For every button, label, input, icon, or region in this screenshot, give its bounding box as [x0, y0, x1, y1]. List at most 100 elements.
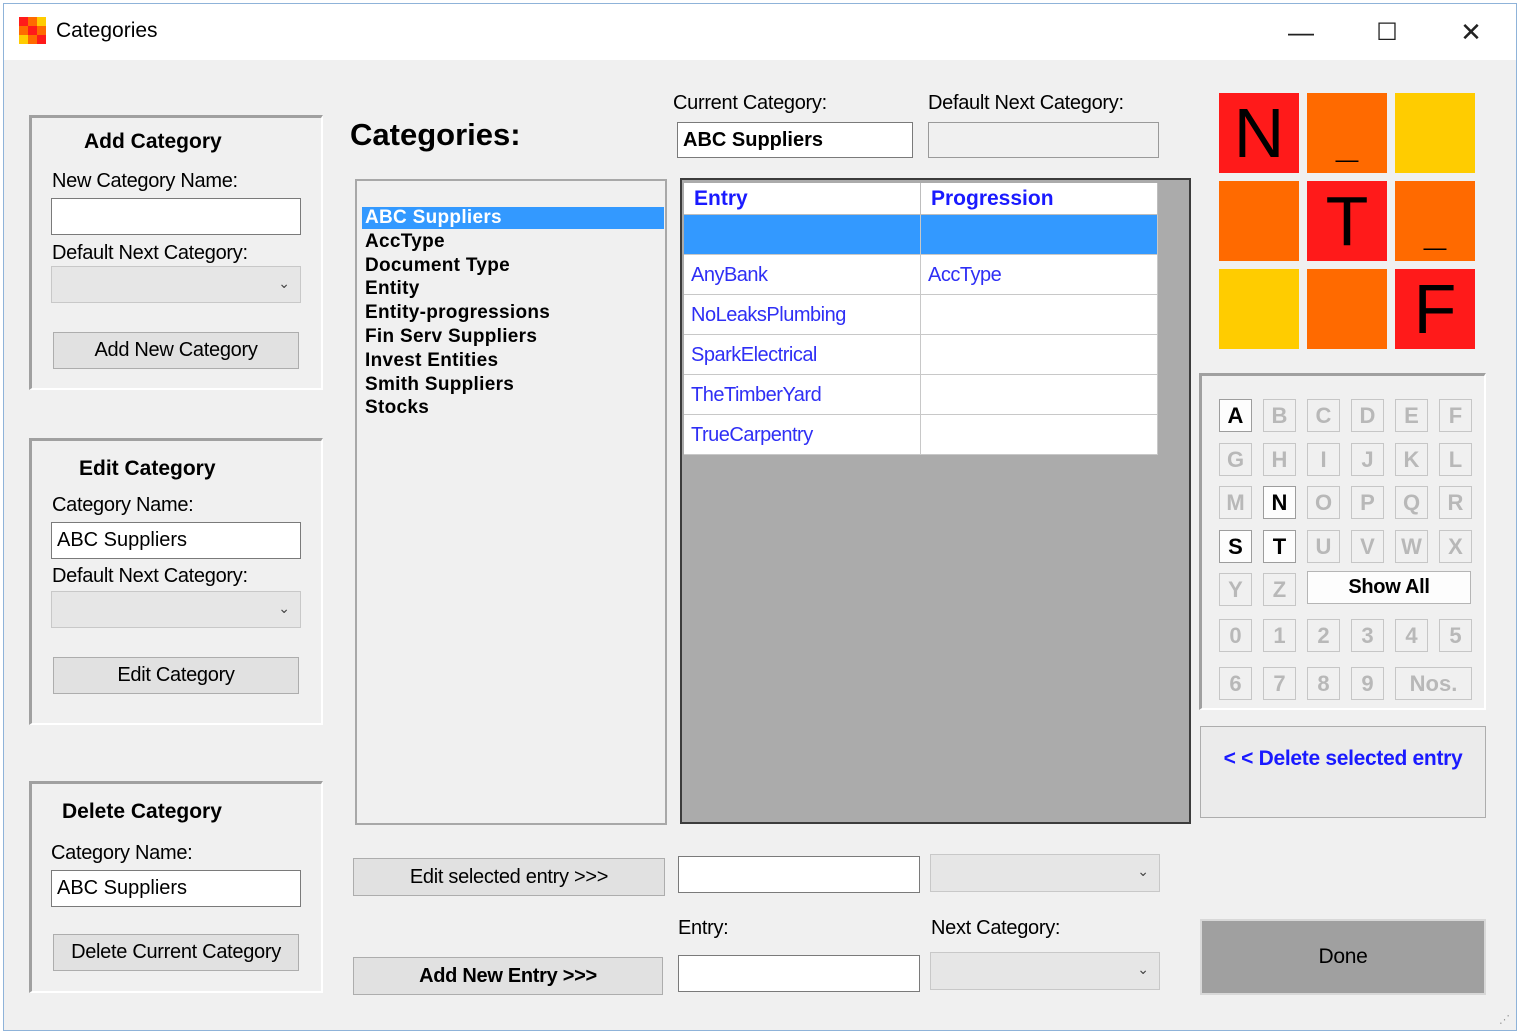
filter-letter-n-button[interactable]: N	[1263, 486, 1296, 519]
filter-letter-x-button[interactable]: X	[1439, 530, 1472, 563]
logo-tile	[1219, 181, 1299, 261]
filter-digit-7-button[interactable]: 7	[1263, 667, 1296, 700]
filter-letter-m-button[interactable]: M	[1219, 486, 1252, 519]
delete-current-category-button[interactable]: Delete Current Category	[53, 934, 299, 971]
edit-selected-entry-button[interactable]: Edit selected entry >>>	[353, 858, 665, 896]
edit-entry-input[interactable]	[678, 856, 920, 893]
grid-cell[interactable]	[684, 215, 921, 255]
maximize-button[interactable]: ☐	[1344, 4, 1430, 60]
filter-letter-j-button[interactable]: J	[1351, 443, 1384, 476]
chevron-down-icon: ⌄	[1137, 863, 1149, 879]
close-button[interactable]: ✕	[1428, 4, 1514, 60]
filter-letter-t-button[interactable]: T	[1263, 530, 1296, 563]
category-list-item[interactable]: Invest Entities	[362, 350, 664, 372]
filter-letter-s-button[interactable]: S	[1219, 530, 1252, 563]
grid-cell[interactable]: TrueCarpentry	[684, 415, 921, 455]
filter-letter-z-button[interactable]: Z	[1263, 573, 1296, 606]
letter-filter-panel: A B C D E F G H I J K L M N O P Q R S T U V W X Y Z Show All 0 1 2 3 4 5…	[1199, 373, 1486, 710]
filter-letter-b-button[interactable]: B	[1263, 399, 1296, 432]
filter-digit-3-button[interactable]: 3	[1351, 619, 1384, 652]
filter-digit-5-button[interactable]: 5	[1439, 619, 1472, 652]
filter-letter-k-button[interactable]: K	[1395, 443, 1428, 476]
category-list-item[interactable]: AccType	[362, 231, 664, 253]
grid-column-header[interactable]: Entry	[684, 183, 921, 215]
filter-numbers-button[interactable]: Nos.	[1395, 667, 1472, 700]
logo-tile: T	[1307, 181, 1387, 261]
filter-digit-9-button[interactable]: 9	[1351, 667, 1384, 700]
category-list-item[interactable]: Stocks	[362, 397, 664, 419]
chevron-down-icon: ⌄	[1137, 961, 1149, 977]
filter-digit-2-button[interactable]: 2	[1307, 619, 1340, 652]
logo-letter	[1307, 269, 1387, 349]
resize-grip-icon[interactable]: ⋰	[1499, 1013, 1510, 1026]
filter-letter-u-button[interactable]: U	[1307, 530, 1340, 563]
new-entry-input[interactable]	[678, 955, 920, 992]
entries-grid[interactable]: Entry Progression AnyBank AccType NoLeaksPlu…	[680, 178, 1191, 824]
filter-letter-r-button[interactable]: R	[1439, 486, 1472, 519]
edit-category-name-input[interactable]: ABC Suppliers	[51, 522, 301, 559]
next-category-combo[interactable]: ⌄	[930, 952, 1160, 990]
grid-cell[interactable]: TheTimberYard	[684, 375, 921, 415]
grid-cell[interactable]: AccType	[921, 255, 1158, 295]
filter-digit-1-button[interactable]: 1	[1263, 619, 1296, 652]
add-default-next-combo[interactable]: ⌄	[51, 266, 301, 303]
filter-letter-d-button[interactable]: D	[1351, 399, 1384, 432]
category-list-item[interactable]: Fin Serv Suppliers	[362, 326, 664, 348]
logo-tile	[1219, 269, 1299, 349]
filter-letter-f-button[interactable]: F	[1439, 399, 1472, 432]
category-list-item[interactable]: Entity	[362, 278, 664, 300]
minimize-button[interactable]: —	[1258, 4, 1344, 60]
grid-cell[interactable]	[921, 415, 1158, 455]
categories-listbox[interactable]: ABC Suppliers AccType Document Type Entity E…	[355, 179, 667, 825]
grid-cell[interactable]: SparkElectrical	[684, 335, 921, 375]
filter-letter-c-button[interactable]: C	[1307, 399, 1340, 432]
categories-heading: Categories:	[350, 117, 521, 152]
category-list-item[interactable]: Entity-progressions	[362, 302, 664, 324]
grid-cell[interactable]	[921, 215, 1158, 255]
filter-digit-6-button[interactable]: 6	[1219, 667, 1252, 700]
delete-selected-entry-button[interactable]: < < Delete selected entry	[1200, 726, 1486, 818]
filter-letter-o-button[interactable]: O	[1307, 486, 1340, 519]
edit-next-category-combo[interactable]: ⌄	[930, 854, 1160, 892]
category-list-item[interactable]: ABC Suppliers	[362, 207, 664, 229]
chevron-down-icon: ⌄	[278, 600, 290, 616]
filter-letter-y-button[interactable]: Y	[1219, 573, 1252, 606]
grid-column-header[interactable]: Progression	[921, 183, 1158, 215]
logo-letter: _	[1335, 122, 1359, 166]
filter-letter-p-button[interactable]: P	[1351, 486, 1384, 519]
app-icon	[19, 17, 47, 45]
filter-letter-e-button[interactable]: E	[1395, 399, 1428, 432]
delete-category-name-input[interactable]: ABC Suppliers	[51, 870, 301, 907]
filter-letter-i-button[interactable]: I	[1307, 443, 1340, 476]
filter-letter-v-button[interactable]: V	[1351, 530, 1384, 563]
delete-category-name-label: Category Name:	[51, 842, 193, 864]
grid-cell[interactable]: NoLeaksPlumbing	[684, 295, 921, 335]
edit-category-button[interactable]: Edit Category	[53, 657, 299, 694]
grid-cell[interactable]	[921, 295, 1158, 335]
filter-letter-h-button[interactable]: H	[1263, 443, 1296, 476]
add-new-entry-button[interactable]: Add New Entry >>>	[353, 957, 663, 995]
add-new-category-button[interactable]: Add New Category	[53, 332, 299, 369]
window-title: Categories	[56, 19, 158, 42]
logo-tile: _	[1395, 181, 1475, 261]
edit-default-next-combo[interactable]: ⌄	[51, 591, 301, 628]
filter-letter-g-button[interactable]: G	[1219, 443, 1252, 476]
grid-cell[interactable]	[921, 375, 1158, 415]
grid-cell[interactable]: AnyBank	[684, 255, 921, 295]
filter-letter-a-button[interactable]: A	[1219, 399, 1252, 432]
filter-letter-q-button[interactable]: Q	[1395, 486, 1428, 519]
filter-digit-0-button[interactable]: 0	[1219, 619, 1252, 652]
new-category-name-input[interactable]	[51, 198, 301, 235]
category-list-item[interactable]: Smith Suppliers	[362, 374, 664, 396]
filter-digit-8-button[interactable]: 8	[1307, 667, 1340, 700]
filter-digit-4-button[interactable]: 4	[1395, 619, 1428, 652]
done-button[interactable]: Done	[1200, 919, 1486, 995]
filter-letter-w-button[interactable]: W	[1395, 530, 1428, 563]
default-next-category-label: Default Next Category:	[928, 92, 1124, 114]
next-category-label: Next Category:	[931, 917, 1061, 939]
grid-cell[interactable]	[921, 335, 1158, 375]
filter-letter-l-button[interactable]: L	[1439, 443, 1472, 476]
show-all-button[interactable]: Show All	[1307, 571, 1471, 604]
logo-letter: T	[1325, 182, 1369, 260]
category-list-item[interactable]: Document Type	[362, 255, 664, 277]
